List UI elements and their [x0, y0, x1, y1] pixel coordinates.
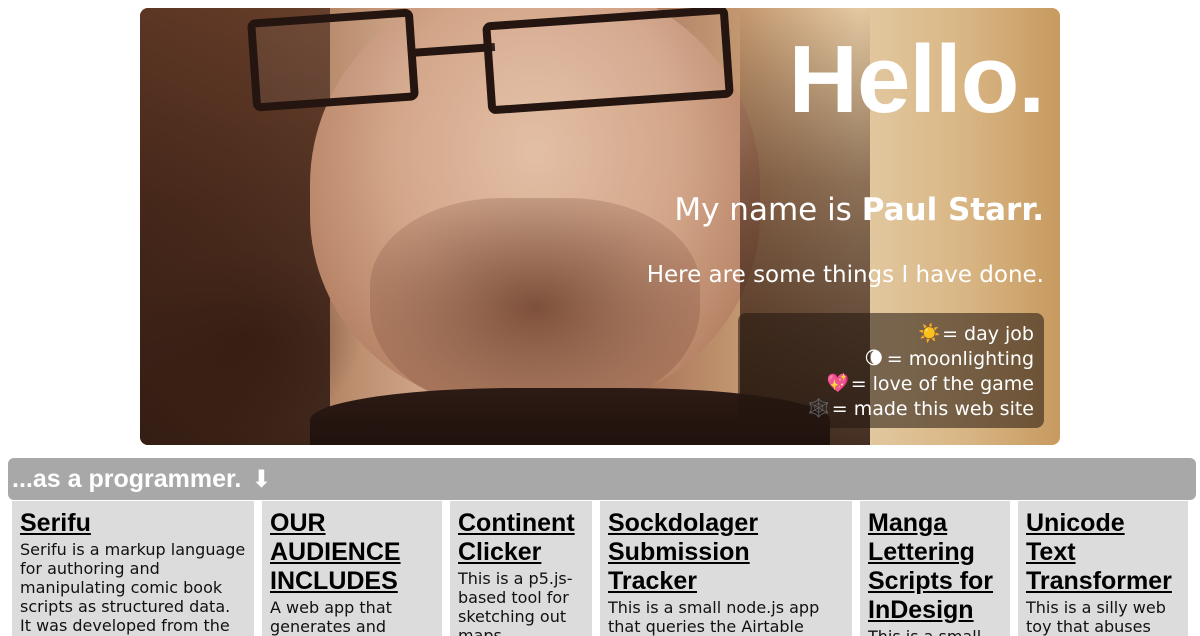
spider-web-icon: 🕸️ — [807, 398, 831, 419]
hero-banner: Hello. My name is Paul Starr. Here are s… — [140, 8, 1060, 445]
project-description: A web app that generates and — [270, 598, 392, 636]
moon-icon: 🌘 — [864, 348, 884, 369]
project-link-sockdolager[interactable]: Sockdolager Submission Tracker — [608, 509, 844, 596]
author-name: Paul Starr. — [861, 192, 1044, 228]
emoji-legend: ☀️ = day job 🌘 = moonlighting 💖 = love o… — [738, 313, 1044, 428]
project-card-continent-clicker: Continent Clicker This is a p5.js-based … — [450, 501, 592, 636]
project-description: This is a silly web toy that abuses — [1026, 598, 1166, 636]
section-title: ...as a programmer. — [12, 464, 242, 493]
intro-prefix: My name is — [674, 192, 862, 228]
legend-label: = made this web site — [831, 397, 1034, 420]
project-link-unicode-text-transformer[interactable]: Unicode Text Transformer — [1026, 509, 1180, 596]
page-title: Hello. — [788, 26, 1045, 133]
project-card-manga-lettering: Manga Lettering Scripts for InDesign Thi… — [860, 501, 1010, 636]
legend-item-day-job: ☀️ = day job — [738, 321, 1034, 346]
project-card-sockdolager: Sockdolager Submission Tracker This is a… — [600, 501, 852, 636]
legend-label: = moonlighting — [886, 347, 1034, 370]
sun-icon: ☀️ — [918, 323, 941, 344]
project-link-manga-lettering[interactable]: Manga Lettering Scripts for InDesign — [868, 509, 1002, 625]
project-card-unicode-text-transformer: Unicode Text Transformer This is a silly… — [1018, 501, 1188, 636]
section-header-programmer: ...as a programmer. ⬇ — [8, 458, 1196, 500]
legend-item-love-of-the-game: 💖 = love of the game — [738, 371, 1034, 396]
project-description: This is a small — [868, 627, 1002, 636]
project-description: This is a small node.js app that queries… — [608, 598, 820, 636]
legend-item-moonlighting: 🌘 = moonlighting — [738, 346, 1034, 371]
project-link-our-audience-includes[interactable]: OUR AUDIENCE INCLUDES — [270, 509, 434, 596]
hero-photo-beard — [370, 198, 700, 418]
project-card-serifu: Serifu Serifu is a markup language for a… — [12, 501, 254, 636]
legend-label: = day job — [942, 322, 1034, 345]
project-link-continent-clicker[interactable]: Continent Clicker — [458, 509, 584, 567]
project-card-our-audience-includes: OUR AUDIENCE INCLUDES A web app that gen… — [262, 501, 442, 636]
project-link-serifu[interactable]: Serifu — [20, 509, 246, 538]
sparkling-heart-icon: 💖 — [826, 373, 850, 394]
intro-name-line: My name is Paul Starr. — [674, 192, 1044, 228]
legend-item-made-this-site: 🕸️ = made this web site — [738, 396, 1034, 421]
intro-subtitle: Here are some things I have done. — [646, 262, 1044, 288]
arrow-down-icon: ⬇ — [251, 465, 272, 493]
hero-photo-glasses — [246, 8, 770, 115]
project-description: This is a p5.js-based tool for sketching… — [458, 569, 573, 636]
legend-label: = love of the game — [850, 372, 1034, 395]
project-description: Serifu is a markup language for authorin… — [20, 540, 246, 635]
